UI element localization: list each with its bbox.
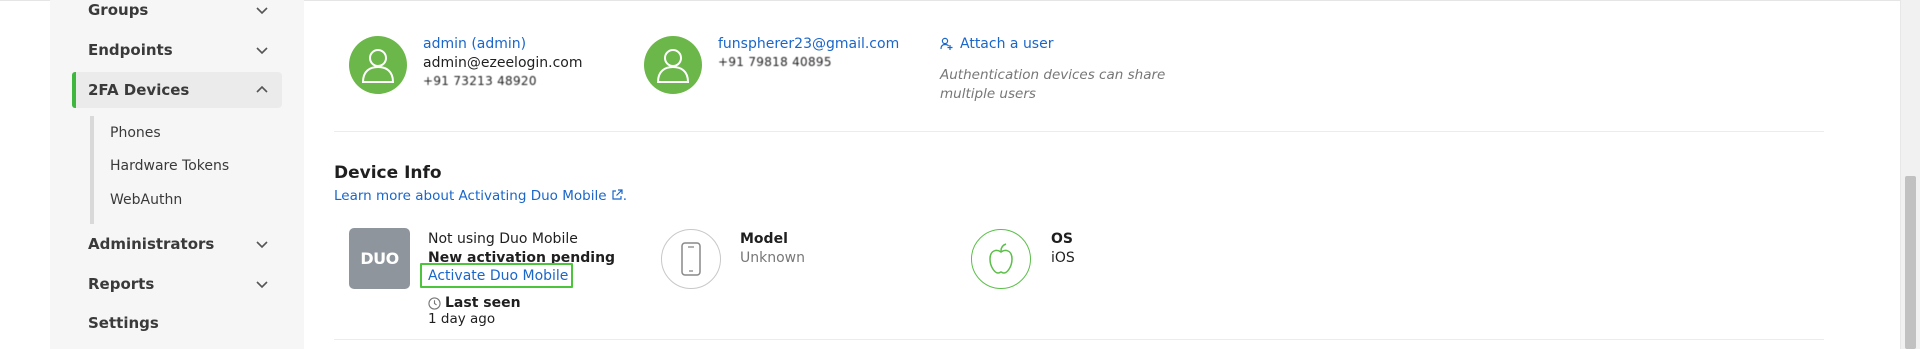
- user-avatar: [644, 36, 702, 94]
- chevron-up-icon: [256, 85, 268, 93]
- sidebar-item-endpoints[interactable]: Endpoints: [72, 32, 282, 68]
- sidebar-item-settings[interactable]: Settings: [72, 305, 282, 341]
- section-divider: [334, 131, 1824, 132]
- clock-icon: [428, 296, 441, 310]
- last-seen-value: 1 day ago: [428, 311, 496, 327]
- activate-highlight: [420, 263, 573, 288]
- sidebar-item-label: Endpoints: [88, 41, 173, 59]
- sidebar-item-groups[interactable]: Groups: [72, 0, 282, 28]
- section-divider: [334, 339, 1824, 340]
- sidebar-subitem-webauthn[interactable]: WebAuthn: [110, 192, 182, 208]
- user-avatar: [349, 36, 407, 94]
- user-email: admin@ezeelogin.com: [423, 55, 583, 71]
- apple-icon-circle: [971, 229, 1031, 289]
- last-seen-label: Last seen: [428, 295, 521, 311]
- sidebar-item-label: Settings: [88, 314, 159, 332]
- model-value: Unknown: [740, 250, 805, 266]
- duo-logo: DUO: [349, 228, 410, 289]
- chevron-down-icon: [256, 7, 268, 15]
- attach-user-link[interactable]: Attach a user: [940, 36, 1053, 52]
- duo-logo-text: DUO: [360, 249, 399, 268]
- user-name-link[interactable]: admin (admin): [423, 36, 526, 52]
- sidebar-item-label: Reports: [88, 275, 155, 293]
- sidebar-item-administrators[interactable]: Administrators: [72, 226, 282, 262]
- chevron-down-icon: [256, 281, 268, 289]
- model-label: Model: [740, 231, 788, 247]
- user-icon: [656, 49, 690, 83]
- user-icon: [361, 49, 395, 83]
- chevron-down-icon: [256, 241, 268, 249]
- attach-note-line2: multiple users: [940, 86, 1036, 102]
- sidebar-item-label: 2FA Devices: [88, 81, 190, 99]
- sidebar: Groups Endpoints 2FA Devices Phones Hard…: [50, 0, 304, 349]
- attach-note-line1: Authentication devices can share: [940, 67, 1166, 83]
- device-info-title: Device Info: [334, 163, 442, 183]
- attach-user-label: Attach a user: [960, 36, 1054, 52]
- user-phone: +91 73213 48920: [423, 74, 537, 88]
- phone-icon-circle: [661, 229, 721, 289]
- learn-more-line: Learn more about Activating Duo Mobile .: [334, 188, 627, 204]
- learn-more-link[interactable]: Learn more about Activating Duo Mobile: [334, 188, 607, 204]
- apple-icon: [989, 243, 1013, 274]
- sidebar-item-2fa-devices[interactable]: 2FA Devices: [72, 72, 282, 108]
- scrollbar-thumb[interactable]: [1905, 176, 1916, 349]
- user-email-link[interactable]: funspherer23@gmail.com: [718, 36, 899, 52]
- subnav-indicator: [90, 116, 94, 224]
- sidebar-subitem-hardware-tokens[interactable]: Hardware Tokens: [110, 158, 229, 174]
- attach-user-icon: [940, 37, 953, 50]
- sidebar-item-reports[interactable]: Reports: [72, 266, 282, 302]
- os-value: iOS: [1051, 250, 1075, 266]
- chevron-down-icon: [256, 47, 268, 55]
- external-link-icon: [612, 189, 623, 200]
- sidebar-item-label: Groups: [88, 1, 149, 19]
- phone-icon: [681, 242, 701, 276]
- user-phone: +91 79818 40895: [718, 55, 832, 69]
- learn-more-suffix: .: [622, 188, 628, 204]
- sidebar-subitem-phones[interactable]: Phones: [110, 125, 161, 141]
- os-label: OS: [1051, 231, 1073, 247]
- duo-status: Not using Duo Mobile: [428, 231, 578, 247]
- sidebar-item-label: Administrators: [88, 235, 215, 253]
- last-seen-text: Last seen: [445, 295, 521, 311]
